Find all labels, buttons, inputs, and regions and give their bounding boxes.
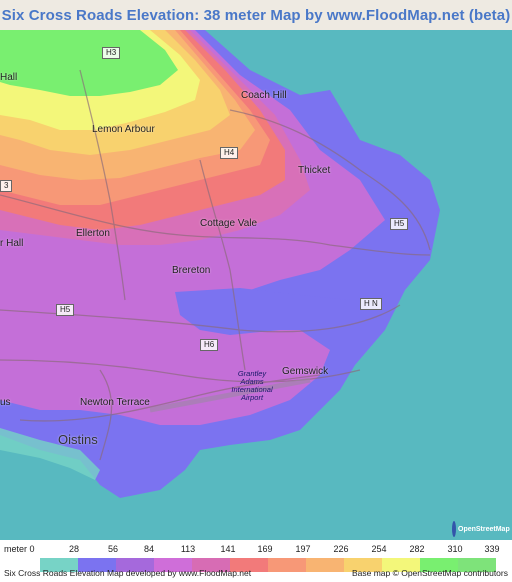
road-shield-h5-left: H5 — [56, 304, 75, 316]
legend-tick: 197 — [295, 544, 311, 554]
openstreetmap-badge[interactable]: OpenStreetMap — [452, 520, 510, 538]
place-hall-mid: r Hall — [0, 238, 24, 249]
place-gemswick: Gemswick — [282, 366, 329, 377]
openstreetmap-badge-label: OpenStreetMap — [458, 525, 510, 533]
legend-ticks: 28 56 84 113 141 169 197 226 254 282 310… — [0, 544, 512, 556]
place-thicket: Thicket — [298, 165, 331, 176]
legend-tick: 310 — [447, 544, 463, 554]
place-coach-hill: Coach Hill — [241, 90, 287, 101]
elevation-legend: meter 0 28 56 84 113 141 169 197 226 254… — [0, 540, 512, 582]
airport-label-line3: Airport — [240, 393, 264, 402]
legend-tick: 84 — [143, 544, 155, 554]
footer-credit: Six Cross Roads Elevation Map developed … — [4, 568, 252, 578]
road-shield-h3: H3 — [102, 47, 121, 59]
place-lemon-arbour: Lemon Arbour — [92, 124, 155, 135]
legend-tick: 282 — [409, 544, 425, 554]
legend-tick: 28 — [68, 544, 80, 554]
place-ellerton: Ellerton — [76, 228, 110, 239]
airport-label-line2: Adams International — [231, 377, 273, 394]
magnifier-icon — [452, 521, 456, 537]
footer-basemap-credit: Base map © OpenStreetMap contributors — [351, 568, 508, 578]
legend-tick: 339 — [484, 544, 500, 554]
airport-label: Grantley Adams International Airport — [222, 370, 282, 402]
title-bar: Six Cross Roads Elevation: 38 meter Map … — [0, 0, 512, 30]
legend-tick: 141 — [220, 544, 236, 554]
legend-tick: 113 — [180, 544, 196, 554]
legend-tick: 254 — [371, 544, 387, 554]
legend-tick: 226 — [333, 544, 349, 554]
road-shield-h6: H6 — [200, 339, 219, 351]
place-cottage-vale: Cottage Vale — [200, 218, 258, 229]
road-shield-hn: H N — [360, 298, 382, 310]
footer: Six Cross Roads Elevation Map developed … — [0, 566, 512, 580]
elevation-map[interactable]: Hall Coach Hill Lemon Arbour Thicket Cot… — [0, 30, 512, 540]
road-shield-h5-right: H5 — [390, 218, 409, 230]
road-shield-h4: H4 — [220, 147, 239, 159]
legend-tick: 169 — [257, 544, 273, 554]
place-oistins: Oistins — [58, 432, 98, 447]
elevation-zone-green — [0, 30, 178, 96]
place-hall-top: Hall — [0, 72, 18, 83]
place-brereton: Brereton — [172, 265, 211, 276]
place-newton-terrace: Newton Terrace — [80, 397, 150, 408]
place-us: us — [0, 397, 11, 408]
road-shield-h3-left: 3 — [0, 180, 13, 192]
legend-tick: 56 — [107, 544, 119, 554]
map-title: Six Cross Roads Elevation: 38 meter Map … — [1, 6, 511, 24]
elevation-map-canvas — [0, 30, 512, 540]
